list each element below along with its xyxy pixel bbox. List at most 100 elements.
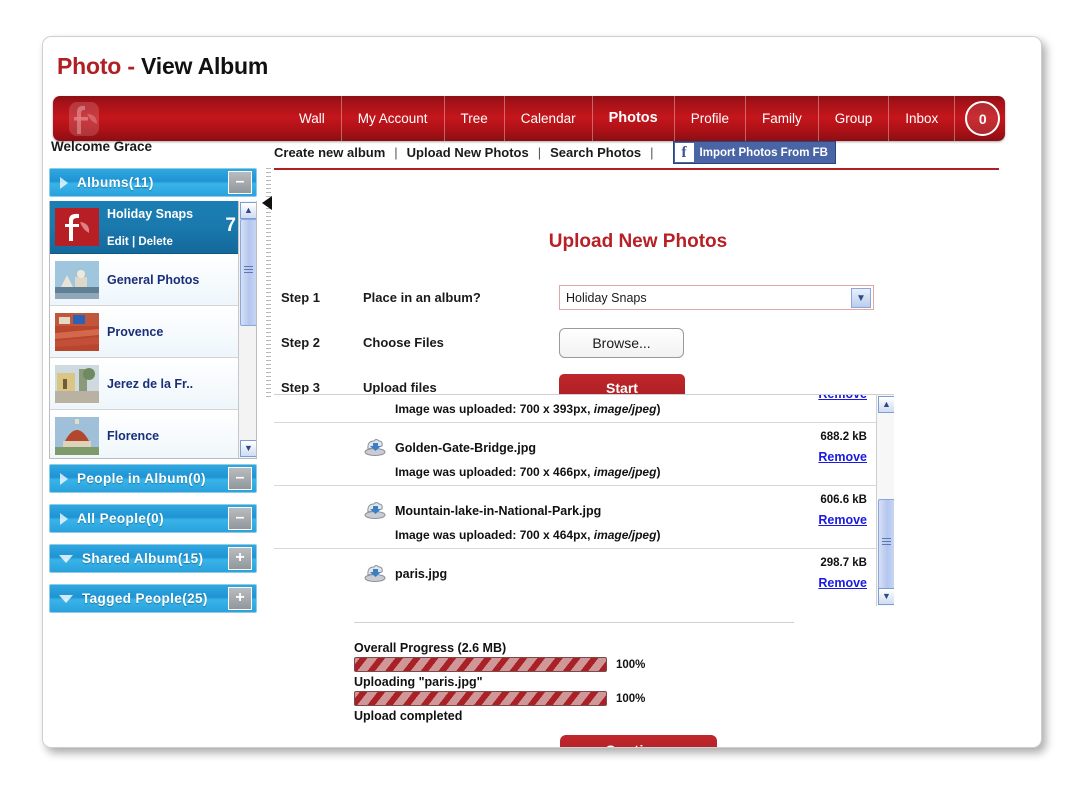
overall-progress-percent: 100% — [616, 658, 646, 671]
step-3-label: Upload files — [363, 380, 437, 395]
nav-item-photos[interactable]: Photos — [593, 96, 675, 141]
sidebar-panel-people-in-album[interactable]: People in Album(0) – — [49, 464, 257, 493]
album-delete-link[interactable]: Delete — [138, 236, 173, 248]
subnav-separator: | — [537, 145, 542, 160]
remove-file-link[interactable]: Remove — [818, 395, 867, 401]
subnav-separator: | — [394, 145, 398, 160]
triangle-right-icon — [60, 176, 68, 189]
album-thumbnail — [55, 208, 99, 246]
album-photo-count: 7 — [225, 215, 236, 236]
remove-file-link[interactable]: Remove — [818, 576, 867, 590]
album-actions: Edit | Delete — [107, 236, 173, 248]
file-list-item: Eagle-flying.jpg Image was uploaded: 700… — [274, 395, 877, 423]
album-thumbnail — [55, 416, 99, 455]
step-1-label: Place in an album? — [363, 290, 481, 305]
album-thumbnail — [55, 312, 99, 351]
expand-toggle-shared-album[interactable]: + — [228, 547, 252, 570]
album-list-scrollbar[interactable]: ▲ ▼ — [238, 201, 256, 458]
scrollbar-thumb[interactable] — [878, 499, 894, 589]
nav-items: Wall My Account Tree Calendar Photos Pro… — [283, 96, 1001, 141]
collapse-left-arrow-icon[interactable] — [262, 196, 272, 210]
remove-file-link[interactable]: Remove — [818, 450, 867, 464]
nav-item-profile[interactable]: Profile — [675, 96, 746, 141]
sidebar-panel-all-people[interactable]: All People(0) – — [49, 504, 257, 533]
album-item-holiday-snaps[interactable]: Holiday Snaps 7 Edit | Delete — [50, 201, 256, 254]
file-name: Mountain-lake-in-National-Park.jpg — [395, 504, 602, 518]
nav-item-calendar[interactable]: Calendar — [505, 96, 593, 141]
album-name: General Photos — [107, 272, 200, 287]
photos-subnav: Create new album | Upload New Photos | S… — [274, 137, 999, 170]
inbox-count-badge[interactable]: 0 — [965, 101, 1001, 136]
collapse-toggle-people-in-album[interactable]: – — [228, 467, 252, 490]
import-fb-label: Import Photos From FB — [699, 146, 828, 159]
subnav-create-new-album[interactable]: Create new album — [274, 145, 385, 160]
page-title-page: View Album — [141, 53, 269, 79]
subnav-upload-new-photos[interactable]: Upload New Photos — [407, 145, 529, 160]
facebook-icon: f — [674, 143, 694, 162]
album-thumbnail — [55, 364, 99, 403]
import-photos-from-fb-button[interactable]: f Import Photos From FB — [672, 141, 836, 164]
nav-item-my-account[interactable]: My Account — [342, 96, 445, 141]
scroll-down-arrow-icon[interactable]: ▼ — [240, 440, 256, 457]
remove-file-link[interactable]: Remove — [818, 513, 867, 527]
progress-area: Overall Progress (2.6 MB) 100% Uploading… — [354, 622, 794, 725]
expand-toggle-tagged-people[interactable]: + — [228, 587, 252, 610]
nav-item-group[interactable]: Group — [819, 96, 890, 141]
file-list-scrollbar[interactable]: ▲ ▼ — [876, 395, 894, 606]
sidebar-panel-shared-album[interactable]: Shared Album(15) + — [49, 544, 257, 573]
sidebar-panel-tagged-people-label: Tagged People(25) — [82, 591, 208, 606]
chevron-down-icon[interactable]: ▼ — [851, 288, 871, 308]
scroll-up-arrow-icon[interactable]: ▲ — [878, 396, 894, 413]
scroll-down-arrow-icon[interactable]: ▼ — [878, 588, 894, 605]
step-3-number: Step 3 — [281, 380, 321, 395]
page-title-brand: Photo — [57, 53, 122, 79]
album-name: Holiday Snaps — [107, 207, 194, 221]
sidebar-panel-albums[interactable]: Albums(11) – — [49, 168, 257, 197]
current-progress-bar — [354, 691, 607, 706]
album-select-dropdown[interactable]: Holiday Snaps ▼ — [559, 285, 874, 310]
upload-file-icon — [364, 565, 386, 582]
album-edit-link[interactable]: Edit — [107, 236, 129, 248]
sidebar-panel-tagged-people[interactable]: Tagged People(25) + — [49, 584, 257, 613]
album-item-general-photos[interactable]: General Photos — [50, 254, 256, 306]
current-progress-percent: 100% — [616, 692, 646, 705]
main-content: Upload New Photos Step 1 Place in an alb… — [274, 171, 1002, 747]
collapse-toggle-albums[interactable]: – — [228, 171, 252, 194]
scroll-up-arrow-icon[interactable]: ▲ — [240, 202, 256, 219]
step-2-number: Step 2 — [281, 335, 321, 350]
browse-button[interactable]: Browse... — [559, 327, 684, 358]
step-2-label: Choose Files — [363, 335, 444, 350]
file-list: Eagle-flying.jpg Image was uploaded: 700… — [274, 395, 877, 606]
file-name: Golden-Gate-Bridge.jpg — [395, 441, 536, 455]
album-action-separator: | — [131, 236, 136, 248]
overall-progress-row: 100% — [354, 657, 794, 672]
album-item-florence[interactable]: Florence — [50, 410, 256, 458]
file-list-viewport: Eagle-flying.jpg Image was uploaded: 700… — [274, 395, 894, 606]
file-size: 688.2 kB — [820, 431, 867, 443]
file-name: paris.jpg — [395, 567, 448, 581]
triangle-down-icon — [59, 554, 73, 563]
sidebar-collapse-handle[interactable] — [261, 168, 275, 398]
scrollbar-thumb[interactable] — [240, 219, 256, 326]
album-item-jerez-de-la-fr[interactable]: Jerez de la Fr.. — [50, 358, 256, 410]
page-title: Photo - View Album — [57, 53, 268, 80]
step-row-2: Step 2 Choose Files Browse... — [274, 320, 1002, 365]
subnav-separator: | — [650, 145, 654, 160]
album-item-provence[interactable]: Provence — [50, 306, 256, 358]
nav-item-inbox[interactable]: Inbox — [889, 96, 956, 141]
scrollbar-grip-icon — [882, 538, 891, 547]
subnav-search-photos[interactable]: Search Photos — [550, 145, 641, 160]
collapse-toggle-all-people[interactable]: – — [228, 507, 252, 530]
album-list: Holiday Snaps 7 Edit | Delete General Ph… — [49, 201, 257, 459]
content-title: Upload New Photos — [548, 231, 728, 252]
current-progress-row: 100% — [354, 691, 794, 706]
file-status: Image was uploaded: 700 x 464px, image/j… — [395, 528, 661, 542]
upload-file-icon — [364, 502, 386, 519]
album-name: Jerez de la Fr.. — [107, 376, 194, 391]
nav-item-wall[interactable]: Wall — [283, 96, 342, 141]
continue-button-wrap: Continue — [274, 735, 1002, 747]
upload-file-icon — [364, 439, 386, 456]
nav-item-tree[interactable]: Tree — [445, 96, 505, 141]
continue-button[interactable]: Continue — [559, 735, 717, 747]
nav-item-family[interactable]: Family — [746, 96, 819, 141]
